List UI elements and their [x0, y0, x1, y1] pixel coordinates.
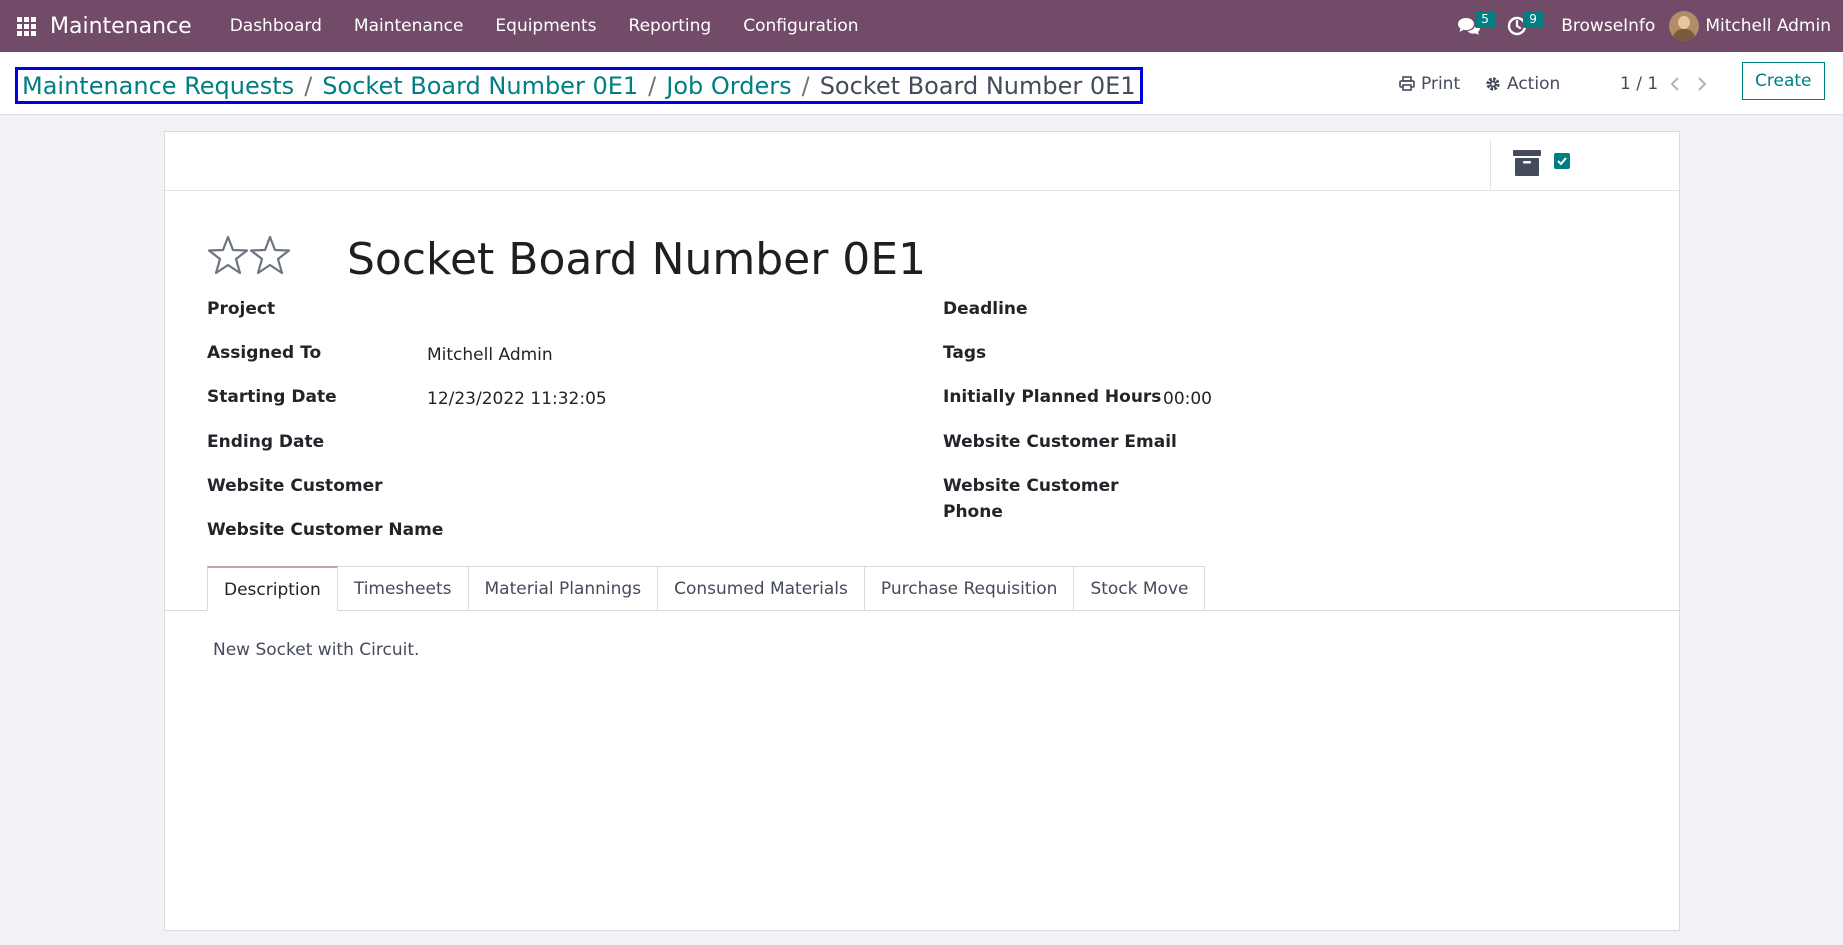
control-panel: Maintenance Requests / Socket Board Numb…: [0, 52, 1843, 115]
pager-next-button[interactable]: [1697, 52, 1707, 115]
divider: [1490, 140, 1491, 190]
menu-maintenance[interactable]: Maintenance: [338, 0, 479, 52]
tab-stock-move[interactable]: Stock Move: [1074, 566, 1206, 611]
printer-icon: [1399, 76, 1415, 91]
starting-date-field[interactable]: 12/23/2022 11:32:05: [427, 389, 607, 409]
tab-description[interactable]: Description: [207, 566, 338, 611]
breadcrumb: Maintenance Requests / Socket Board Numb…: [15, 67, 1143, 104]
gear-icon: [1485, 76, 1501, 92]
pager-previous-button[interactable]: [1670, 52, 1680, 115]
activities-count-badge: 9: [1523, 11, 1543, 28]
website-customer-phone-label: Website Customer: [943, 476, 1119, 496]
top-navbar: Maintenance Dashboard Maintenance Equipm…: [0, 0, 1843, 52]
breadcrumb-job-orders[interactable]: Job Orders: [666, 72, 791, 100]
assigned-to-label: Assigned To: [207, 343, 322, 363]
user-menu[interactable]: Mitchell Admin: [1669, 11, 1843, 41]
breadcrumb-maintenance-requests[interactable]: Maintenance Requests: [22, 72, 294, 100]
star-icon[interactable]: [207, 235, 249, 275]
menu-equipments[interactable]: Equipments: [479, 0, 612, 52]
app-name[interactable]: Maintenance: [50, 14, 192, 39]
menu-configuration[interactable]: Configuration: [727, 0, 874, 52]
breadcrumb-separator: /: [304, 71, 313, 100]
company-switcher[interactable]: BrowseInfo: [1541, 16, 1669, 36]
breadcrumb-socket-board[interactable]: Socket Board Number 0E1: [322, 72, 638, 100]
website-customer-label: Website Customer: [207, 476, 383, 496]
archive-icon[interactable]: [1513, 150, 1541, 176]
priority-widget: [207, 235, 291, 275]
action-label: Action: [1507, 73, 1561, 94]
planned-hours-field[interactable]: 00:00: [1163, 389, 1212, 409]
print-label: Print: [1421, 73, 1461, 94]
deadline-label: Deadline: [943, 299, 1028, 319]
tab-consumed-materials[interactable]: Consumed Materials: [658, 566, 865, 611]
notebook-tabs: Description Timesheets Material Planning…: [207, 566, 1206, 611]
ending-date-label: Ending Date: [207, 432, 325, 452]
menu-reporting[interactable]: Reporting: [613, 0, 728, 52]
apps-menu-icon[interactable]: [0, 0, 52, 52]
tab-material-plannings[interactable]: Material Plannings: [468, 566, 659, 611]
action-button[interactable]: Action: [1485, 52, 1560, 115]
tags-label: Tags: [943, 343, 987, 363]
starting-date-label: Starting Date: [207, 387, 337, 407]
website-customer-email-label: Website Customer Email: [943, 432, 1177, 452]
main-menu: Dashboard Maintenance Equipments Reporti…: [214, 0, 875, 52]
website-customer-name-label: Website Customer Name: [207, 520, 444, 540]
messages-button[interactable]: 5: [1445, 0, 1495, 52]
chevron-left-icon: [1670, 76, 1679, 91]
tab-timesheets[interactable]: Timesheets: [337, 566, 469, 611]
star-icon[interactable]: [249, 235, 291, 275]
breadcrumb-current: Socket Board Number 0E1: [819, 71, 1136, 100]
messages-count-badge: 5: [1475, 11, 1495, 28]
description-text[interactable]: New Socket with Circuit.: [213, 640, 419, 660]
avatar: [1669, 11, 1700, 41]
tab-purchase-requisition[interactable]: Purchase Requisition: [864, 566, 1075, 611]
print-button[interactable]: Print: [1399, 52, 1460, 115]
user-name: Mitchell Admin: [1705, 16, 1831, 36]
breadcrumb-separator: /: [648, 71, 657, 100]
planned-hours-label: Initially Planned Hours: [943, 387, 1162, 407]
create-button[interactable]: Create: [1742, 62, 1825, 100]
breadcrumb-separator: /: [801, 71, 810, 100]
pager-value[interactable]: 1 / 1: [1620, 52, 1658, 115]
check-icon[interactable]: [1554, 153, 1570, 169]
activities-button[interactable]: 9: [1493, 0, 1543, 52]
button-box: [165, 132, 1679, 191]
menu-dashboard[interactable]: Dashboard: [214, 0, 338, 52]
record-title[interactable]: Socket Board Number 0E1: [347, 234, 926, 285]
form-sheet: Socket Board Number 0E1 Project Assigned…: [164, 131, 1680, 931]
assigned-to-field[interactable]: Mitchell Admin: [427, 345, 553, 365]
project-label: Project: [207, 299, 276, 319]
website-customer-phone-label-line2: Phone: [943, 502, 1003, 522]
chevron-right-icon: [1698, 76, 1707, 91]
